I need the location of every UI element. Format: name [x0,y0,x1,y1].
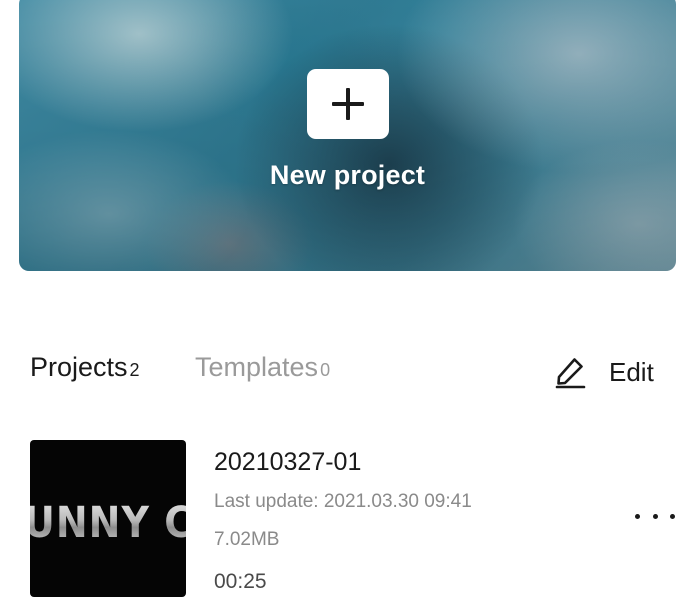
tab-templates[interactable]: Templates 0 [195,352,330,383]
pencil-icon [555,358,586,389]
edit-label: Edit [609,356,654,387]
new-project-label: New project [269,160,426,190]
more-horizontal-icon [670,513,675,519]
project-title: 20210327-01 [214,448,362,476]
edit-button[interactable]: Edit [555,352,654,392]
new-project-button[interactable] [307,69,389,139]
project-size: 7.02MB [214,529,280,550]
thumbnail-text: UNNY CAT [30,498,186,547]
tab-projects[interactable]: Projects 2 [30,352,140,383]
project-list-item[interactable]: UNNY CAT 20210327-01 Last update: 2021.0… [30,440,680,600]
more-options-button[interactable] [635,506,675,526]
new-project-banner[interactable]: New project [19,0,676,271]
tab-templates-label: Templates [195,352,319,382]
project-thumbnail[interactable]: UNNY CAT [30,440,186,597]
plus-icon [332,88,364,120]
tab-templates-count: 0 [320,360,331,380]
tab-projects-count: 2 [129,360,140,380]
more-horizontal-icon [635,513,640,519]
project-duration: 00:25 [214,570,267,593]
app-screen: New project Projects 2 Templates 0 Edit UN… [0,0,693,602]
project-last-update: Last update: 2021.03.30 09:41 [214,491,472,512]
tab-projects-label: Projects [30,352,128,382]
more-horizontal-icon [652,513,658,519]
